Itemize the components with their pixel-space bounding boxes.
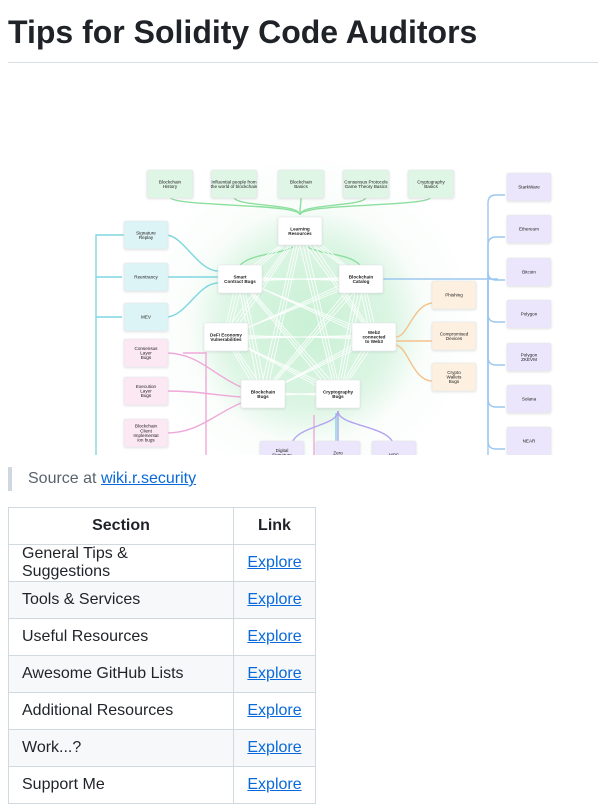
explore-link[interactable]: Explore	[247, 702, 301, 719]
center-defi-label: Vulnerabilities	[210, 337, 242, 342]
explore-link[interactable]: Explore	[247, 591, 301, 608]
header-section: Section	[9, 508, 234, 545]
right-node-1-label: Ethereum	[519, 227, 539, 232]
explore-link[interactable]: Explore	[247, 776, 301, 793]
header-link: Link	[234, 508, 316, 545]
table-row: Awesome GitHub Lists Explore	[9, 656, 316, 693]
right-node-5-label: Solana	[522, 397, 537, 402]
mind-map-diagram: BlockchainHistoryInfluential people from…	[8, 85, 598, 455]
bottom-node-2-label: MPC	[389, 453, 400, 455]
left-node-3-label: Bugs	[141, 355, 152, 360]
left-node-0-label: Replay	[139, 235, 154, 240]
sections-table: Section Link General Tips & Suggestions …	[8, 507, 316, 804]
connector-chain-7	[488, 279, 505, 455]
table-row: Additional Resources Explore	[9, 693, 316, 730]
left-node-4-label: Bugs	[141, 393, 152, 398]
source-prefix: Source at	[28, 470, 101, 487]
row-section: Tools & Services	[9, 582, 234, 619]
row-section: Useful Resources	[9, 619, 234, 656]
table-row: Tools & Services Explore	[9, 582, 316, 619]
table-row: Useful Resources Explore	[9, 619, 316, 656]
explore-link[interactable]: Explore	[247, 739, 301, 756]
row-section: Additional Resources	[9, 693, 234, 730]
row-section: General Tips & Suggestions	[9, 545, 234, 582]
top-node-4-label: Basics	[424, 184, 438, 189]
center-catalog-label: Catalog	[353, 279, 370, 284]
center-blockchain-bugs-label: Bugs	[257, 394, 269, 399]
source-link[interactable]: wiki.r.security	[101, 470, 196, 487]
table-header-row: Section Link	[9, 508, 316, 545]
right-mid-node-2-label: Bugs	[449, 379, 460, 384]
row-section: Support Me	[9, 767, 234, 804]
left-node-2-label: MEV	[141, 315, 152, 320]
center-web2-label: to Web3	[365, 339, 383, 344]
left-node-5-label: ion bugs	[137, 438, 155, 443]
right-node-0-label: StarkWare	[518, 185, 540, 190]
connector-chain-3	[488, 279, 505, 322]
source-blockquote: Source at wiki.r.security	[8, 467, 598, 491]
right-node-4-label: ZKEVM	[521, 357, 537, 362]
table-row: Work...? Explore	[9, 730, 316, 767]
page-container: Tips for Solidity Code Auditors Blockcha…	[0, 0, 606, 804]
page-title: Tips for Solidity Code Auditors	[8, 0, 598, 63]
table-row: General Tips & Suggestions Explore	[9, 545, 316, 582]
row-section: Work...?	[9, 730, 234, 767]
connector-chain-1	[488, 237, 505, 279]
row-section: Awesome GitHub Lists	[9, 656, 234, 693]
center-crypto-bugs-label: Bugs	[332, 394, 344, 399]
right-node-3-label: Polygon	[521, 312, 538, 317]
top-node-3-label: Game Theory Basics	[345, 184, 389, 189]
left-node-1-label: Reentrancy	[134, 275, 158, 280]
table-row: Support Me Explore	[9, 767, 316, 804]
connector-chain-5	[488, 279, 505, 407]
explore-link[interactable]: Explore	[247, 554, 301, 571]
explore-link[interactable]: Explore	[247, 628, 301, 645]
top-node-2-label: Basics	[294, 184, 308, 189]
right-node-6-label: NEAR	[523, 439, 536, 444]
right-mid-node-0-label: Phishing	[445, 293, 463, 298]
top-node-1-label: the world of blockchain	[211, 184, 258, 189]
bottom-node-0-label: Signature	[272, 453, 292, 455]
right-node-2-label: Bitcoin	[522, 270, 536, 275]
center-smart-contract-label: Contract Bugs	[224, 279, 256, 284]
explore-link[interactable]: Explore	[247, 665, 301, 682]
center-learning-label: Resources	[288, 231, 312, 236]
right-mid-node-1-label: Devices	[446, 336, 463, 341]
top-node-0-label: History	[163, 184, 178, 189]
mind-map-svg: BlockchainHistoryInfluential people from…	[8, 85, 598, 455]
